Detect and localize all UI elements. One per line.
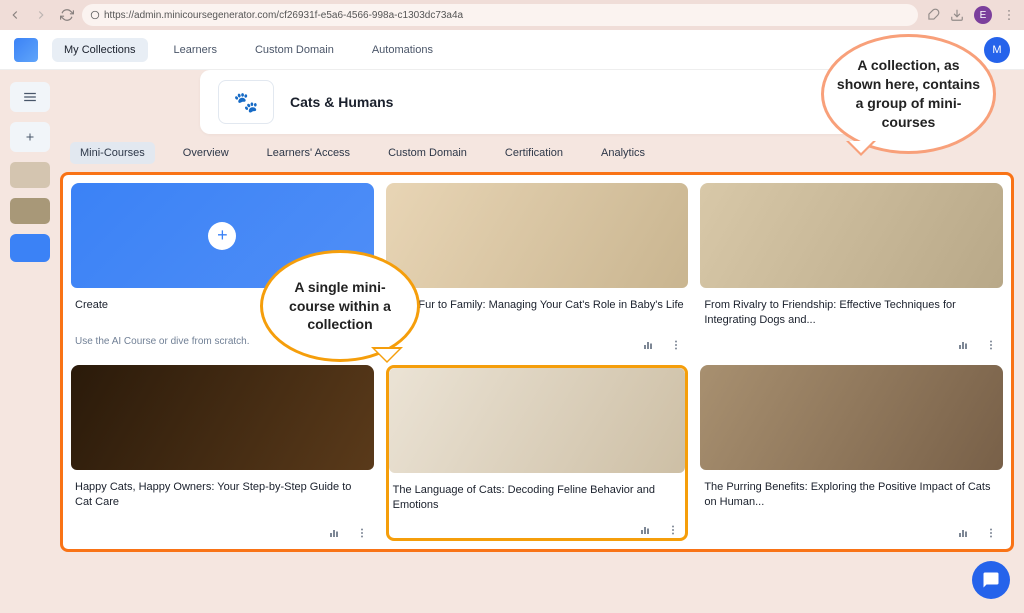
hamburger-icon — [23, 92, 37, 102]
tab-overview[interactable]: Overview — [173, 142, 239, 164]
collection-title: Cats & Humans — [290, 94, 393, 110]
chat-icon — [982, 571, 1000, 589]
download-icon[interactable] — [950, 8, 964, 22]
course-thumbnail — [700, 365, 1003, 470]
course-thumbnail — [386, 183, 689, 288]
nav-custom-domain[interactable]: Custom Domain — [243, 38, 346, 62]
forward-icon[interactable] — [34, 8, 48, 22]
collection-icon: 🐾 — [218, 80, 274, 124]
analytics-icon[interactable] — [642, 339, 654, 351]
course-card[interactable]: From Fur to Family: Managing Your Cat's … — [386, 183, 689, 353]
user-avatar[interactable]: M — [984, 37, 1010, 63]
nav-automations[interactable]: Automations — [360, 38, 445, 62]
analytics-icon[interactable] — [328, 527, 340, 539]
reload-icon[interactable] — [60, 8, 74, 22]
nav-my-collections[interactable]: My Collections — [52, 38, 148, 62]
course-title: From Fur to Family: Managing Your Cat's … — [390, 298, 685, 329]
address-bar[interactable]: https://admin.minicoursegenerator.com/cf… — [82, 4, 918, 26]
course-card[interactable]: Happy Cats, Happy Owners: Your Step-by-S… — [71, 365, 374, 541]
browser-toolbar: https://admin.minicoursegenerator.com/cf… — [0, 0, 1024, 30]
course-title: From Rivalry to Friendship: Effective Te… — [704, 298, 999, 329]
url-text: https://admin.minicoursegenerator.com/cf… — [104, 10, 463, 21]
extensions-icon[interactable] — [926, 8, 940, 22]
course-card[interactable]: The Purring Benefits: Exploring the Posi… — [700, 365, 1003, 541]
annotation-collection: A collection, as shown here, contains a … — [821, 34, 996, 154]
plus-icon — [24, 131, 36, 143]
course-title: The Language of Cats: Decoding Feline Be… — [393, 483, 682, 514]
sidebar-collection-thumb[interactable] — [10, 198, 50, 224]
app-logo[interactable] — [14, 38, 38, 62]
tab-custom-domain[interactable]: Custom Domain — [378, 142, 477, 164]
more-icon[interactable] — [356, 527, 368, 539]
browser-menu-icon[interactable] — [1002, 8, 1016, 22]
chat-button[interactable] — [972, 561, 1010, 599]
courses-grid: + Create Use the AI Course or dive from … — [60, 172, 1014, 552]
nav-learners[interactable]: Learners — [162, 38, 229, 62]
analytics-icon[interactable] — [957, 339, 969, 351]
annotation-minicourse: A single mini-course within a collection — [260, 250, 420, 362]
more-icon[interactable] — [667, 524, 679, 536]
course-thumbnail — [700, 183, 1003, 288]
browser-profile-avatar[interactable]: E — [974, 6, 992, 24]
more-icon[interactable] — [670, 339, 682, 351]
site-info-icon — [90, 10, 100, 20]
main-content: 🐾 Cats & Humans View Mini-Courses Overvi… — [60, 70, 1024, 613]
back-icon[interactable] — [8, 8, 22, 22]
plus-circle-icon: + — [208, 222, 236, 250]
more-icon[interactable] — [985, 339, 997, 351]
course-card-highlighted[interactable]: The Language of Cats: Decoding Feline Be… — [386, 365, 689, 541]
sidebar-menu-button[interactable] — [10, 82, 50, 112]
sidebar-collection-active[interactable] — [10, 234, 50, 262]
sidebar-add-button[interactable] — [10, 122, 50, 152]
course-thumbnail — [71, 365, 374, 470]
more-icon[interactable] — [985, 527, 997, 539]
tab-certification[interactable]: Certification — [495, 142, 573, 164]
tab-learners-access[interactable]: Learners' Access — [257, 142, 360, 164]
course-title: The Purring Benefits: Exploring the Posi… — [704, 480, 999, 517]
tab-analytics[interactable]: Analytics — [591, 142, 655, 164]
course-thumbnail — [389, 368, 686, 473]
course-title: Happy Cats, Happy Owners: Your Step-by-S… — [75, 480, 370, 517]
analytics-icon[interactable] — [639, 524, 651, 536]
analytics-icon[interactable] — [957, 527, 969, 539]
sidebar — [0, 70, 60, 613]
sidebar-collection-thumb[interactable] — [10, 162, 50, 188]
course-card[interactable]: From Rivalry to Friendship: Effective Te… — [700, 183, 1003, 353]
tab-mini-courses[interactable]: Mini-Courses — [70, 142, 155, 164]
